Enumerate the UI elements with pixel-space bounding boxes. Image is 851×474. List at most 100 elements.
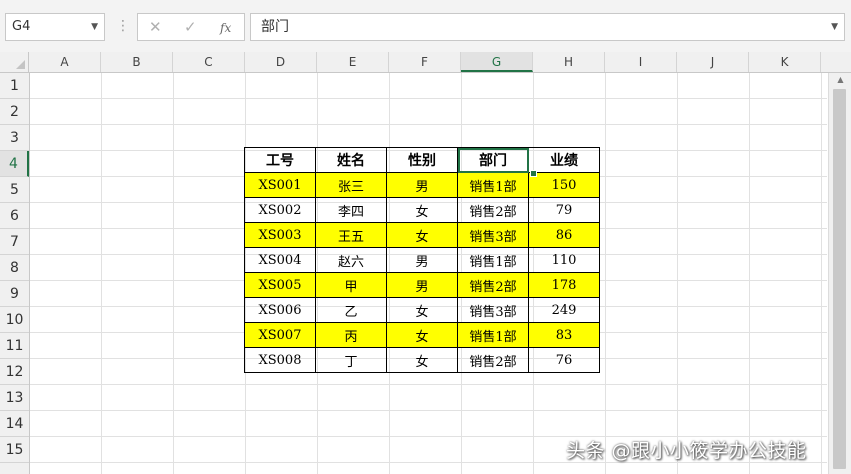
column-header-j[interactable]: J (677, 52, 749, 72)
table-row: XS006 乙女销售3部 249 (244, 297, 600, 323)
table-cell[interactable]: 83 (528, 322, 600, 348)
table-cell[interactable]: 李四 (315, 197, 387, 223)
insert-function-icon[interactable]: fx (220, 19, 231, 37)
table-cell[interactable]: XS003 (244, 222, 316, 248)
table-cell[interactable]: 销售1部 (457, 322, 529, 348)
row-header-12[interactable]: 12 (0, 359, 29, 385)
table-cell[interactable]: XS006 (244, 297, 316, 323)
table-cell[interactable]: XS004 (244, 247, 316, 273)
table-cell[interactable]: XS005 (244, 272, 316, 298)
table-cell[interactable]: 249 (528, 297, 600, 323)
row-header-6[interactable]: 6 (0, 203, 29, 229)
row-header-8[interactable]: 8 (0, 255, 29, 281)
table-cell[interactable]: XS001 (244, 172, 316, 198)
table-cell[interactable]: 乙 (315, 297, 387, 323)
table-cell[interactable]: 赵六 (315, 247, 387, 273)
row-header-14[interactable]: 14 (0, 411, 29, 437)
column-header-g[interactable]: G (461, 52, 533, 72)
grid-line-vertical (605, 73, 606, 474)
table-cell[interactable]: 销售1部 (457, 172, 529, 198)
table-row: XS003 王五女销售3部 86 (244, 222, 600, 248)
row-header-11[interactable]: 11 (0, 333, 29, 359)
table-cell[interactable]: 丁 (315, 347, 387, 373)
header-cell[interactable]: 姓名 (315, 147, 387, 173)
table-cell[interactable]: 男 (386, 272, 458, 298)
row-header-5[interactable]: 5 (0, 177, 29, 203)
column-header-a[interactable]: A (29, 52, 101, 72)
table-cell[interactable]: 丙 (315, 322, 387, 348)
table-cell[interactable]: 150 (528, 172, 600, 198)
table-cell[interactable]: 110 (528, 247, 600, 273)
table-cell[interactable]: 销售2部 (457, 272, 529, 298)
column-header-f[interactable]: F (389, 52, 461, 72)
table-cell[interactable]: 甲 (315, 272, 387, 298)
table-cell[interactable]: 86 (528, 222, 600, 248)
scroll-up-icon[interactable]: ▲ (829, 73, 851, 87)
column-header-d[interactable]: D (245, 52, 317, 72)
row-header-4[interactable]: 4 (0, 151, 29, 177)
formula-input[interactable]: 部门 ▼ (250, 13, 845, 41)
table-cell[interactable]: 销售3部 (457, 222, 529, 248)
enter-icon[interactable]: ✓ (184, 18, 197, 36)
table-cell[interactable]: XS008 (244, 347, 316, 373)
column-header-b[interactable]: B (101, 52, 173, 72)
table-row: XS001 张三男销售1部 150 (244, 172, 600, 198)
header-cell[interactable]: 业绩 (528, 147, 600, 173)
grid-line-vertical (749, 73, 750, 474)
row-header-1[interactable]: 1 (0, 73, 29, 99)
table-cell[interactable]: 女 (386, 222, 458, 248)
header-cell[interactable]: 工号 (244, 147, 316, 173)
column-header-k[interactable]: K (749, 52, 821, 72)
column-header-h[interactable]: H (533, 52, 605, 72)
table-cell[interactable]: 76 (528, 347, 600, 373)
table-cell[interactable]: 男 (386, 172, 458, 198)
table-row: XS008 丁女销售2部 76 (244, 347, 600, 373)
table-cell[interactable]: 178 (528, 272, 600, 298)
more-options-icon[interactable]: ⋮ (116, 16, 130, 36)
grid-line-vertical (821, 73, 822, 474)
row-headers: 1 2 3 4 5 6 7 8 9 10 11 12 13 14 15 (0, 73, 30, 474)
table-cell[interactable]: 女 (386, 197, 458, 223)
table-cell[interactable]: 销售2部 (457, 197, 529, 223)
row-header-10[interactable]: 10 (0, 307, 29, 333)
table-cell[interactable]: 张三 (315, 172, 387, 198)
row-header-13[interactable]: 13 (0, 385, 29, 411)
expand-formula-bar-icon[interactable]: ▼ (831, 14, 838, 40)
table-cell[interactable]: 男 (386, 247, 458, 273)
row-header-15[interactable]: 15 (0, 437, 29, 463)
scrollbar-thumb[interactable] (833, 89, 846, 469)
cancel-icon[interactable]: ✕ (149, 18, 162, 36)
name-box[interactable]: G4 ▼ (5, 13, 105, 41)
grid-line-vertical (173, 73, 174, 474)
row-header-9[interactable]: 9 (0, 281, 29, 307)
formula-input-value: 部门 (261, 19, 289, 35)
vertical-scrollbar[interactable]: ▲ (828, 73, 851, 474)
table-cell[interactable]: 79 (528, 197, 600, 223)
table-cell[interactable]: 销售2部 (457, 347, 529, 373)
watermark: 头条 @跟小小筱学办公技能 (566, 440, 807, 462)
row-header-2[interactable]: 2 (0, 99, 29, 125)
fill-handle[interactable] (530, 170, 537, 177)
column-header-i[interactable]: I (605, 52, 677, 72)
column-headers: ABCDEFGHIJK (0, 52, 851, 73)
select-all-button[interactable] (0, 52, 29, 72)
header-cell[interactable]: 性别 (386, 147, 458, 173)
table-cell[interactable]: XS007 (244, 322, 316, 348)
table-cell[interactable]: 女 (386, 297, 458, 323)
name-box-value: G4 (12, 19, 31, 34)
chevron-down-icon[interactable]: ▼ (91, 14, 98, 40)
table-row: XS005 甲男销售2部 178 (244, 272, 600, 298)
row-header-7[interactable]: 7 (0, 229, 29, 255)
column-header-c[interactable]: C (173, 52, 245, 72)
table-cell[interactable]: XS002 (244, 197, 316, 223)
header-cell-selected[interactable]: 部门 (457, 147, 529, 173)
formula-bar: G4 ▼ ⋮ ✕ ✓ fx 部门 ▼ (0, 0, 851, 53)
column-header-e[interactable]: E (317, 52, 389, 72)
table-cell[interactable]: 王五 (315, 222, 387, 248)
table-cell[interactable]: 女 (386, 322, 458, 348)
table-cell[interactable]: 销售1部 (457, 247, 529, 273)
table-cell[interactable]: 女 (386, 347, 458, 373)
table-header-row: 工号 姓名 性别 部门 业绩 (244, 147, 600, 173)
table-cell[interactable]: 销售3部 (457, 297, 529, 323)
row-header-3[interactable]: 3 (0, 125, 29, 151)
